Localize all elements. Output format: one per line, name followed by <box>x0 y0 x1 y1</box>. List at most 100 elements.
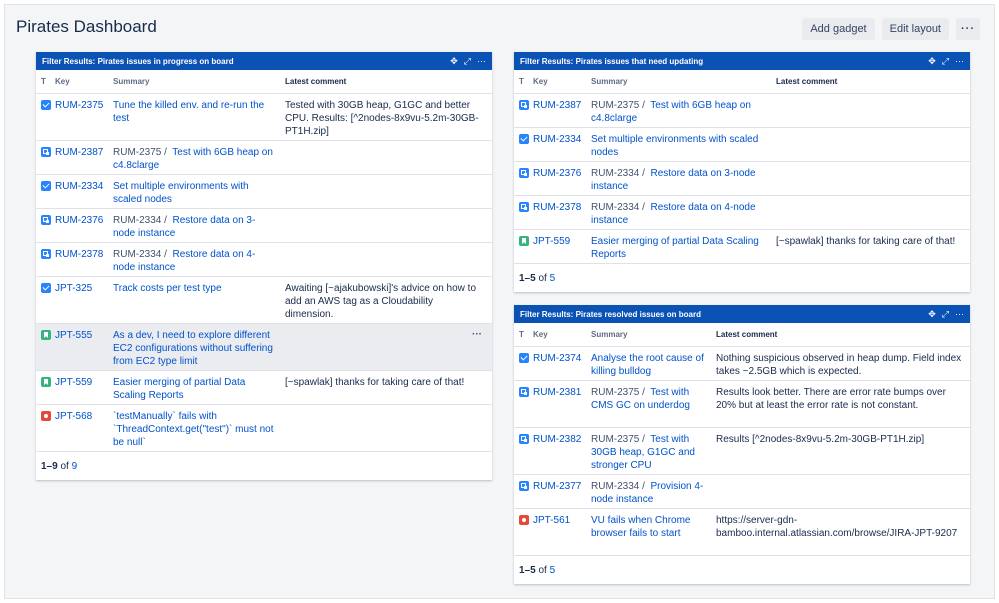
gadget-menu-icon[interactable]: ··· <box>955 309 964 320</box>
summary-link[interactable]: Track costs per test type <box>113 283 222 294</box>
summary-cell: RUM-2334 / Restore data on 3-node instan… <box>591 167 776 193</box>
parent-issue-key[interactable]: RUM-2375 / <box>113 147 167 158</box>
parent-issue-key[interactable]: RUM-2375 / <box>591 387 645 398</box>
issue-key-link[interactable]: JPT-559 <box>55 376 113 389</box>
gadget-need-updating: Filter Results: Pirates issues that need… <box>514 52 970 292</box>
issue-key-link[interactable]: JPT-568 <box>55 410 113 423</box>
table-row[interactable]: RUM-2374 Analyse the root cause of killin… <box>514 347 970 381</box>
column-latest-comment[interactable]: Latest comment <box>285 77 492 86</box>
parent-issue-key[interactable]: RUM-2334 / <box>113 215 167 226</box>
issue-key-link[interactable]: RUM-2381 <box>533 386 591 399</box>
table-row[interactable]: RUM-2334 Set multiple environments with s… <box>36 175 492 209</box>
type-cell <box>36 180 55 194</box>
type-cell <box>514 480 533 494</box>
table-row[interactable]: RUM-2376 RUM-2334 / Restore data on 3-nod… <box>36 209 492 243</box>
latest-comment: Results look better. There are error rat… <box>716 387 946 411</box>
issue-key-link[interactable]: RUM-2387 <box>533 99 591 112</box>
table-row[interactable]: JPT-568 `testManually` fails with `Thread… <box>36 405 492 452</box>
issue-key-link[interactable]: RUM-2376 <box>55 214 113 227</box>
column-key[interactable]: Key <box>55 77 113 86</box>
parent-issue-key[interactable]: RUM-2334 / <box>591 202 645 213</box>
issue-key-link[interactable]: JPT-561 <box>533 514 591 527</box>
parent-issue-key[interactable]: RUM-2375 / <box>591 100 645 111</box>
issue-key-link[interactable]: RUM-2378 <box>533 201 591 214</box>
table-row[interactable]: RUM-2382 RUM-2375 / Test with 30GB heap, … <box>514 428 970 475</box>
summary-link[interactable]: As a dev, I need to explore different EC… <box>113 330 273 367</box>
issue-key-link[interactable]: RUM-2334 <box>533 133 591 146</box>
expand-icon[interactable]: ⤢ <box>942 56 949 67</box>
table-row[interactable]: JPT-325 Track costs per test type Awaiting… <box>36 277 492 324</box>
column-latest-comment[interactable]: Latest comment <box>716 330 970 339</box>
table-row[interactable]: JPT-555 As a dev, I need to explore diffe… <box>36 324 492 371</box>
column-latest-comment[interactable]: Latest comment <box>776 77 970 86</box>
parent-issue-key[interactable]: RUM-2334 / <box>591 481 645 492</box>
column-key[interactable]: Key <box>533 77 591 86</box>
parent-issue-key[interactable]: RUM-2334 / <box>113 249 167 260</box>
issue-key-link[interactable]: RUM-2387 <box>55 146 113 159</box>
gadget-menu-icon[interactable]: ··· <box>477 56 486 67</box>
table-row[interactable]: RUM-2387 RUM-2375 / Test with 6GB heap on… <box>36 141 492 175</box>
issue-key-link[interactable]: RUM-2334 <box>55 180 113 193</box>
table-row[interactable]: RUM-2375 Tune the killed env. and re-run … <box>36 94 492 141</box>
more-actions-button[interactable]: ··· <box>956 18 980 40</box>
column-summary[interactable]: Summary <box>591 77 776 86</box>
summary-link[interactable]: VU fails when Chrome browser fails to st… <box>591 515 690 539</box>
summary-link[interactable]: Set multiple environments with scaled no… <box>591 134 758 158</box>
subtask-type-icon <box>519 168 529 178</box>
summary-link[interactable]: Set multiple environments with scaled no… <box>113 181 249 205</box>
column-summary[interactable]: Summary <box>591 330 716 339</box>
summary-cell: RUM-2334 / Restore data on 4-node instan… <box>591 201 776 227</box>
issue-key-link[interactable]: RUM-2374 <box>533 352 591 365</box>
column-type[interactable]: T <box>514 330 533 339</box>
table-row[interactable]: RUM-2381 RUM-2375 / Test with CMS GC on u… <box>514 381 970 428</box>
issue-key-link[interactable]: JPT-559 <box>533 235 591 248</box>
table-row[interactable]: RUM-2376 RUM-2334 / Restore data on 3-nod… <box>514 162 970 196</box>
gadget-title: Filter Results: Pirates issues in progre… <box>42 56 234 66</box>
parent-issue-key[interactable]: RUM-2375 / <box>591 434 645 445</box>
move-icon[interactable]: ✥ <box>450 56 458 67</box>
issue-key-link[interactable]: RUM-2378 <box>55 248 113 261</box>
summary-cell: Set multiple environments with scaled no… <box>591 133 776 159</box>
edit-layout-button[interactable]: Edit layout <box>881 18 949 40</box>
expand-icon[interactable]: ⤢ <box>942 309 949 320</box>
subtask-type-icon <box>519 387 529 397</box>
issue-key-link[interactable]: JPT-325 <box>55 282 113 295</box>
column-type[interactable]: T <box>514 77 533 86</box>
issue-key-link[interactable]: JPT-555 <box>55 329 113 342</box>
summary-link[interactable]: Easier merging of partial Data Scaling R… <box>591 236 759 260</box>
table-row[interactable]: RUM-2378 RUM-2334 / Restore data on 4-nod… <box>36 243 492 277</box>
gadget-menu-icon[interactable]: ··· <box>955 56 964 67</box>
gadget-header-icons: ✥ ⤢ ··· <box>928 56 964 67</box>
column-key[interactable]: Key <box>533 330 591 339</box>
subtask-type-icon <box>41 215 51 225</box>
summary-cell: RUM-2375 / Test with 6GB heap on c4.8cla… <box>113 146 285 172</box>
move-icon[interactable]: ✥ <box>928 56 936 67</box>
expand-icon[interactable]: ⤢ <box>464 56 471 67</box>
table-row[interactable]: RUM-2387 RUM-2375 / Test with 6GB heap on… <box>514 94 970 128</box>
summary-link[interactable]: `testManually` fails with `ThreadContext… <box>113 411 274 448</box>
table-row[interactable]: JPT-559 Easier merging of partial Data Sc… <box>514 230 970 264</box>
summary-link[interactable]: Tune the killed env. and re-run the test <box>113 100 264 124</box>
results-total-link[interactable]: 5 <box>550 273 556 284</box>
row-actions-icon[interactable]: ··· <box>472 328 482 341</box>
issue-key-link[interactable]: RUM-2382 <box>533 433 591 446</box>
table-row[interactable]: JPT-561 VU fails when Chrome browser fail… <box>514 509 970 556</box>
type-cell <box>36 329 55 343</box>
summary-link[interactable]: Easier merging of partial Data Scaling R… <box>113 377 245 401</box>
move-icon[interactable]: ✥ <box>928 309 936 320</box>
table-row[interactable]: RUM-2377 RUM-2334 / Provision 4-node inst… <box>514 475 970 509</box>
summary-link[interactable]: Analyse the root cause of killing bulldo… <box>591 353 704 377</box>
results-total-link[interactable]: 5 <box>550 565 556 576</box>
table-row[interactable]: RUM-2334 Set multiple environments with s… <box>514 128 970 162</box>
issue-key-link[interactable]: RUM-2376 <box>533 167 591 180</box>
issue-key-link[interactable]: RUM-2375 <box>55 99 113 112</box>
table-row[interactable]: RUM-2378 RUM-2334 / Restore data on 4-nod… <box>514 196 970 230</box>
column-type[interactable]: T <box>36 77 55 86</box>
add-gadget-button[interactable]: Add gadget <box>802 18 875 40</box>
issue-key-link[interactable]: RUM-2377 <box>533 480 591 493</box>
column-summary[interactable]: Summary <box>113 77 285 86</box>
summary-cell: RUM-2375 / Test with 30GB heap, G1GC and… <box>591 433 716 472</box>
table-row[interactable]: JPT-559 Easier merging of partial Data Sc… <box>36 371 492 405</box>
parent-issue-key[interactable]: RUM-2334 / <box>591 168 645 179</box>
results-total-link[interactable]: 9 <box>72 461 78 472</box>
